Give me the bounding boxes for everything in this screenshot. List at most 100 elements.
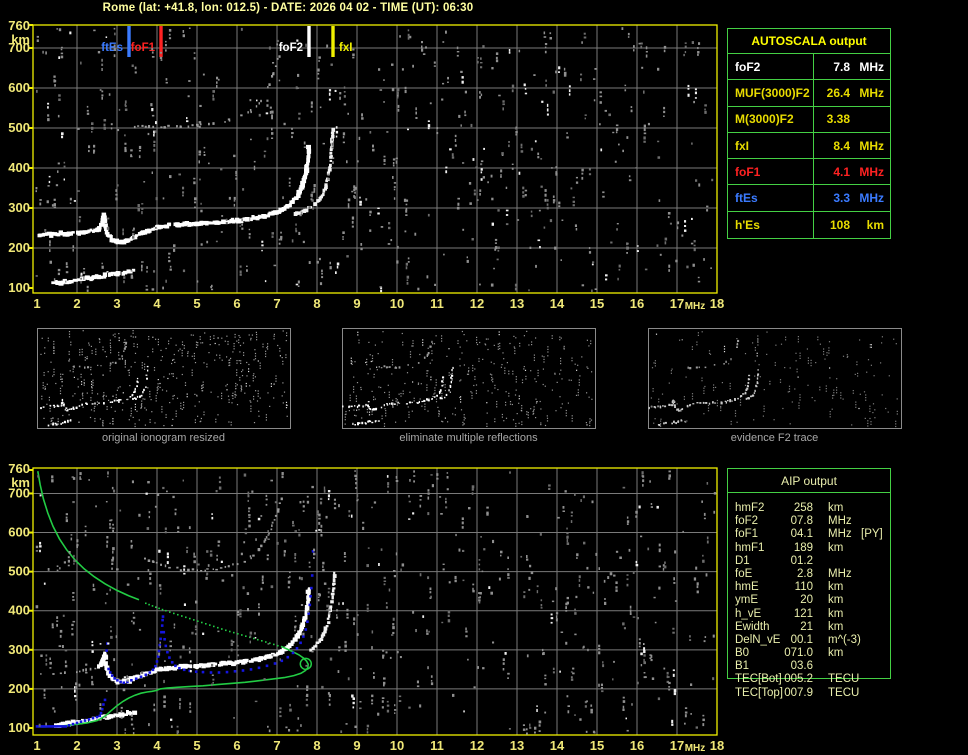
aip-table-title: AIP output: [728, 469, 890, 493]
aip-unit: km: [828, 502, 844, 514]
thumbnail-original-ionogram: [37, 328, 291, 429]
foF2-marker-line: [307, 26, 311, 57]
aip-unit: km: [828, 647, 844, 660]
thumbnail-caption-original: original ionogram resized: [102, 432, 225, 444]
aip-unit: MHz: [828, 567, 852, 580]
aip-value: 2.8: [797, 567, 813, 580]
aip-value: 00.1: [790, 633, 813, 646]
autoscala-ionogram-f-trace-extraordinary: [293, 127, 336, 216]
aip-row-foF1: foF1 04.1 MHz [PY]: [727, 528, 897, 541]
thumbnail-eliminate-multiples: [342, 328, 596, 429]
svg-text:4: 4: [153, 738, 161, 753]
aip-row-TEC[Bot]: TEC[Bot] 005.2 TECU: [727, 673, 897, 686]
aip-row-foF2: foF2 07.8 MHz: [727, 515, 897, 528]
autoscala-table-title: AUTOSCALA output: [728, 29, 890, 54]
aip-unit: TECU: [828, 673, 860, 686]
svg-text:9: 9: [353, 296, 360, 311]
svg-text:MHz: MHz: [685, 743, 706, 754]
aip-value: 189: [793, 541, 813, 554]
aip-label: foE: [735, 567, 753, 580]
aip-unit: MHz: [828, 515, 852, 528]
aip-label: TEC[Bot]: [735, 673, 782, 686]
aip-unit: km: [828, 620, 844, 633]
param-value: 108: [829, 217, 850, 232]
param-unit: MHz: [859, 138, 884, 153]
thumbnail-evidence-f2-trace: [648, 328, 902, 429]
aip-ionogram-multiple-echo: [144, 497, 283, 572]
svg-text:12: 12: [470, 296, 484, 311]
aip-row-D1: D1 01.2: [727, 555, 897, 568]
autoscala-row-foF1: foF1 4.1 MHz: [728, 159, 890, 186]
param-label: foF2: [728, 54, 814, 80]
aip-unit: km: [828, 607, 844, 620]
autoscala-screen: 1 2 3 4 5 6 7 8 9 10 11 12 13 14 15 16 17 18 MHz 760 km 100 20…: [0, 0, 968, 755]
aip-label: B0: [735, 647, 750, 660]
param-label: M(3000)F2: [728, 106, 814, 132]
characteristic-frequency-markers: ftEs foF1 foF2 fxI: [101, 26, 352, 57]
svg-text:400: 400: [8, 160, 30, 175]
aip-value: 01.2: [790, 554, 813, 567]
param-value: 3.3: [833, 191, 850, 206]
autoscala-row-MUF(3000)F2: MUF(3000)F2 26.4 MHz: [728, 80, 890, 107]
aip-table-rows: hmF2 258 km foF2 07.8 MHz foF1 04.1 MHz [PY] hmF1 1…: [727, 502, 897, 700]
aip-ionogram-f-trace-ordinary: [97, 587, 311, 685]
svg-text:1: 1: [33, 738, 40, 753]
autoscala-row-foF2: foF2 7.8 MHz: [728, 54, 890, 81]
param-unit: MHz: [859, 164, 884, 179]
aip-label: hmF2: [735, 502, 765, 514]
aip-value: 258: [793, 502, 813, 514]
svg-text:16: 16: [630, 296, 644, 311]
param-unit: MHz: [859, 59, 884, 74]
aip-row-hmE: hmE 110 km: [727, 581, 897, 594]
aip-unit: [813, 555, 859, 568]
aip-label: hmF1: [735, 541, 765, 554]
param-unit: MHz: [859, 85, 884, 100]
aip-note: [859, 634, 861, 647]
svg-text:200: 200: [8, 681, 30, 696]
aip-note: [859, 660, 861, 673]
svg-text:100: 100: [8, 720, 30, 735]
svg-text:14: 14: [550, 738, 565, 753]
aip-label: hmE: [735, 581, 759, 594]
aip-note: [859, 555, 861, 568]
svg-text:2: 2: [73, 738, 80, 753]
autoscala-row-ftEs: ftEs 3.3 MHz: [728, 185, 890, 212]
autoscala-ionogram-es-trace: [51, 268, 136, 286]
thumbnail-caption-evidence: evidence F2 trace: [730, 432, 819, 444]
svg-text:18: 18: [710, 738, 724, 753]
svg-text:13: 13: [510, 738, 524, 753]
aip-value: 110: [794, 581, 813, 594]
svg-text:7: 7: [273, 296, 280, 311]
aip-label: DelN_vE: [735, 633, 781, 646]
param-label: MUF(3000)F2: [728, 80, 814, 106]
aip-note: [859, 673, 861, 686]
svg-text:2: 2: [73, 296, 80, 311]
svg-text:MHz: MHz: [685, 301, 706, 312]
svg-text:700: 700: [8, 485, 30, 500]
svg-text:6: 6: [233, 296, 240, 311]
aip-value: 121: [793, 607, 813, 620]
aip-label: ymE: [735, 594, 758, 607]
aip-note: [859, 594, 861, 607]
aip-unit: km: [828, 581, 844, 594]
aip-unit: MHz: [828, 528, 852, 541]
autoscala-table-rows: foF2 7.8 MHz MUF(3000)F2 26.4 MHz M(3000)F2 3.3…: [728, 54, 890, 239]
param-label: ftEs: [728, 185, 814, 211]
autoscala-ionogram-multiple-echo: [133, 55, 281, 129]
autoscala-row-M(3000)F2: M(3000)F2 3.38: [728, 106, 890, 133]
aip-value: 21: [800, 620, 813, 633]
param-value: 8.4: [833, 138, 850, 153]
foF1-marker-label: foF1: [131, 42, 156, 54]
station-title: Rome (lat: +41.8, lon: 012.5) - DATE: 20…: [102, 2, 474, 14]
param-value: 3.38: [826, 112, 850, 127]
svg-text:100: 100: [8, 280, 30, 295]
aip-ionogram-f-trace-faint-head: [40, 667, 97, 675]
svg-text:600: 600: [8, 525, 30, 540]
svg-text:15: 15: [590, 296, 604, 311]
svg-text:8: 8: [313, 296, 320, 311]
svg-text:3: 3: [113, 296, 120, 311]
svg-text:10: 10: [390, 296, 404, 311]
aip-row-foE: foE 2.8 MHz: [727, 568, 897, 581]
aip-value: 007.9: [784, 686, 813, 699]
aip-row-h_vE: h_vE 121 km: [727, 608, 897, 621]
